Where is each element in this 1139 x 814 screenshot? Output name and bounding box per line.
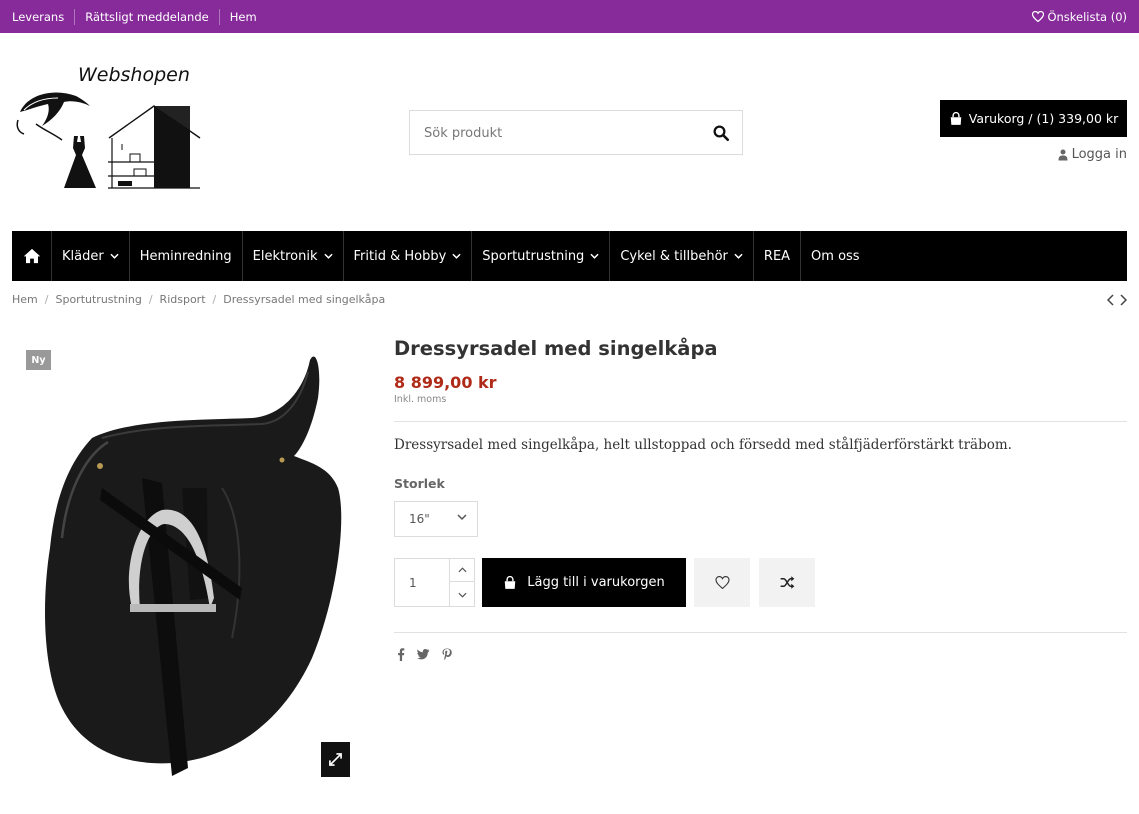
divider [394,421,1127,422]
facebook-icon[interactable] [397,648,405,661]
size-select[interactable]: 16" [394,501,478,537]
quantity-stepper [394,558,475,607]
chevron-down-icon [457,592,467,598]
quantity-increase-button[interactable] [450,559,474,582]
nav-item-rea[interactable]: REA [754,231,802,281]
top-links: Leverans Rättsligt meddelande Hem [12,0,277,33]
pinterest-icon[interactable] [442,648,452,661]
nav-item-label: Cykel & tillbehör [620,248,728,264]
wishlist-label: Önskelista (0) [1047,9,1127,24]
user-icon [1058,149,1068,160]
expand-icon [329,753,342,766]
wishlist-link[interactable]: Önskelista (0) [1032,0,1127,33]
nav-item-label: Heminredning [139,248,232,264]
add-to-wishlist-button[interactable] [694,558,750,607]
nav-item-fritid-hobby[interactable]: Fritid & Hobby [344,231,473,281]
heart-icon [1032,11,1045,22]
nav-item-label: Sportutrustning [482,248,585,264]
nav-item-label: Kläder [62,248,104,264]
add-to-cart-button[interactable]: Lägg till i varukorgen [482,558,686,607]
nav-home[interactable] [12,231,52,281]
nav-item-sportutrustning[interactable]: Sportutrustning [472,231,611,281]
breadcrumb: Hem / Sportutrustning / Ridsport / Dress… [12,293,385,306]
nav-item-heminredning[interactable]: Heminredning [130,231,243,281]
search-input[interactable] [424,123,704,143]
shuffle-icon [780,576,794,589]
product-title: Dressyrsadel med singelkåpa [394,337,718,360]
heart-icon [714,576,730,589]
chevron-down-icon [110,253,119,259]
nav-item-label: Elektronik [252,248,318,264]
size-value: 16" [409,512,430,526]
breadcrumb-separator: / [148,293,153,306]
chevron-left-icon[interactable] [1107,294,1114,306]
home-icon [23,248,41,264]
product-price: 8 899,00 kr [394,373,497,392]
divider [394,632,1127,633]
compare-button[interactable] [759,558,815,607]
quantity-decrease-button[interactable] [450,583,474,606]
social-share [397,648,452,661]
shopping-bag-icon [950,111,961,125]
search-icon[interactable] [712,124,730,142]
chevron-down-icon [590,253,599,259]
main-nav: Kläder Heminredning Elektronik Fritid & … [12,231,1127,281]
product-description: Dressyrsadel med singelkåpa, helt ullsto… [394,437,1012,453]
quantity-input[interactable] [409,573,445,593]
top-link-leverans[interactable]: Leverans [12,8,76,25]
breadcrumb-item-sportutrustning[interactable]: Sportutrustning [55,293,141,306]
chevron-right-icon[interactable] [1120,294,1127,306]
size-label: Storlek [394,476,445,491]
breadcrumb-item-current: Dressyrsadel med singelkåpa [223,293,386,306]
chevron-up-icon [457,567,467,573]
top-bar: Leverans Rättsligt meddelande Hem Önskel… [0,0,1139,33]
tax-note: Inkl. moms [394,394,447,405]
cart-button[interactable]: Varukorg / (1) 339,00 kr [940,100,1127,137]
breadcrumb-separator: / [44,293,49,306]
quantity-steps [449,559,474,606]
expand-image-button[interactable] [321,742,350,777]
nav-item-klader[interactable]: Kläder [52,231,130,281]
nav-item-elektronik[interactable]: Elektronik [243,231,344,281]
breadcrumb-item-ridsport[interactable]: Ridsport [160,293,206,306]
chevron-down-icon [734,253,743,259]
cart-label: Varukorg / (1) 339,00 kr [968,111,1119,126]
shopping-bag-icon [504,575,516,589]
breadcrumb-item-home[interactable]: Hem [12,293,38,306]
add-to-cart-label: Lägg till i varukorgen [527,575,665,590]
shop-logo[interactable]: Webshopen [14,60,204,195]
product-pager [1107,294,1127,306]
chevron-down-icon [323,253,333,259]
chevron-down-icon [452,253,461,259]
login-label: Logga in [1071,147,1127,162]
search-box [409,110,743,155]
top-link-home[interactable]: Hem [230,9,267,25]
product-image[interactable] [12,338,357,788]
login-link[interactable]: Logga in [1058,147,1127,162]
nav-item-label: Om oss [811,248,860,264]
breadcrumb-separator: / [212,293,217,306]
logo-graphic [16,92,201,189]
top-link-legal-notice[interactable]: Rättsligt meddelande [85,8,220,25]
nav-item-label: REA [763,248,791,264]
twitter-icon[interactable] [417,649,430,660]
new-badge: Ny [26,350,51,370]
nav-item-cykel[interactable]: Cykel & tillbehör [610,231,754,281]
nav-item-label: Fritid & Hobby [353,248,447,264]
chevron-down-icon [457,514,467,521]
nav-item-om-oss[interactable]: Om oss [801,231,870,281]
